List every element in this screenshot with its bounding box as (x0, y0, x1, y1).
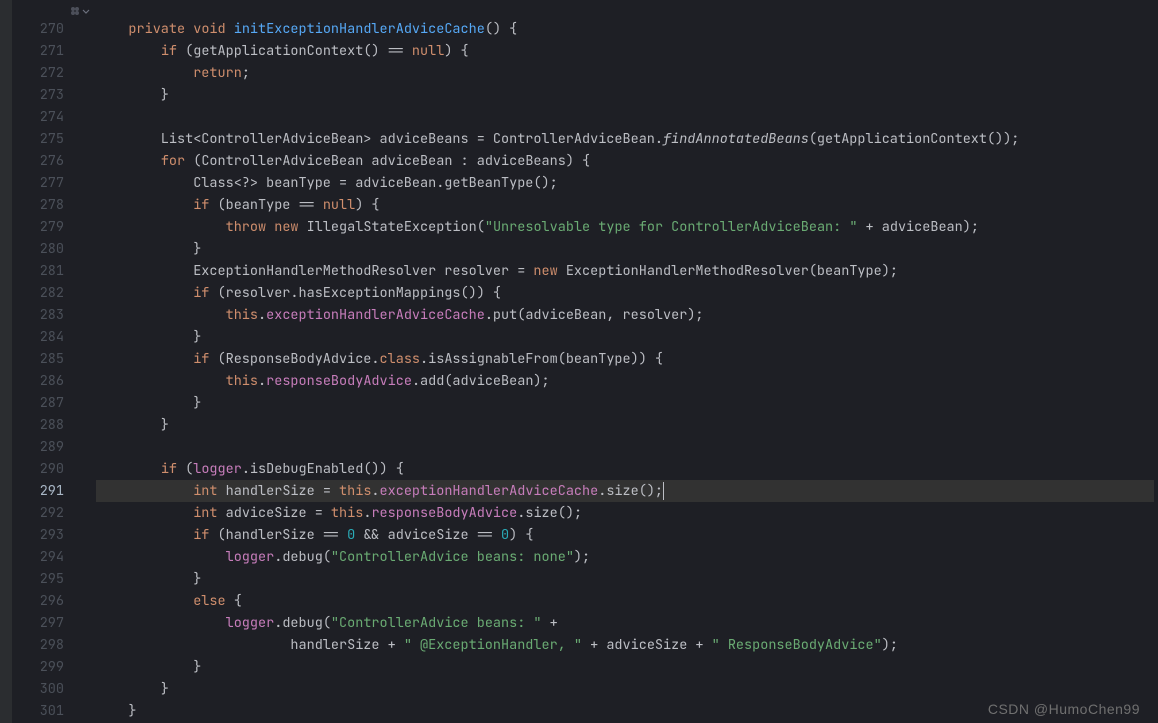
line-number[interactable]: 285 (12, 348, 96, 370)
line-number[interactable]: 284 (12, 326, 96, 348)
editor-scrollbar-strip[interactable] (1154, 0, 1158, 723)
code-line: return; (96, 62, 1154, 84)
line-number[interactable]: 278 (12, 194, 96, 216)
code-line (96, 436, 1154, 458)
activity-bar[interactable] (0, 0, 12, 723)
code-line: this.exceptionHandlerAdviceCache.put(adv… (96, 304, 1154, 326)
line-number[interactable]: 280 (12, 238, 96, 260)
line-number[interactable]: 293 (12, 524, 96, 546)
code-line: logger.debug("ControllerAdvice beans: " … (96, 612, 1154, 634)
line-number[interactable]: 300 (12, 678, 96, 700)
line-number[interactable]: 282 (12, 282, 96, 304)
line-number-gutter: 2702712722732742752762772782792802812822… (12, 0, 96, 723)
line-number[interactable]: 290 (12, 458, 96, 480)
line-number[interactable]: 298 (12, 634, 96, 656)
code-line: } (96, 568, 1154, 590)
code-line: this.responseBodyAdvice.add(adviceBean); (96, 370, 1154, 392)
line-number[interactable]: 297 (12, 612, 96, 634)
code-line: private void initExceptionHandlerAdviceC… (96, 18, 1154, 40)
code-line: List<ControllerAdviceBean> adviceBeans =… (96, 128, 1154, 150)
line-number[interactable]: 281 (12, 260, 96, 282)
line-number[interactable]: 296 (12, 590, 96, 612)
watermark: CSDN @HumoChen99 (988, 701, 1140, 717)
code-line: } (96, 392, 1154, 414)
code-line: } (96, 238, 1154, 260)
line-number[interactable]: 288 (12, 414, 96, 436)
line-number[interactable]: 295 (12, 568, 96, 590)
line-number[interactable]: 287 (12, 392, 96, 414)
code-line: if (handlerSize == 0 && adviceSize == 0)… (96, 524, 1154, 546)
code-line: if (ResponseBodyAdvice.class.isAssignabl… (96, 348, 1154, 370)
line-number[interactable]: 289 (12, 436, 96, 458)
line-number[interactable]: 279 (12, 216, 96, 238)
code-line: if (resolver.hasExceptionMappings()) { (96, 282, 1154, 304)
code-line: if (beanType == null) { (96, 194, 1154, 216)
line-number[interactable]: 277 (12, 172, 96, 194)
line-number[interactable]: 273 (12, 84, 96, 106)
gutter-icons (12, 6, 96, 18)
line-number[interactable]: 286 (12, 370, 96, 392)
code-line: } (96, 678, 1154, 700)
line-number[interactable]: 275 (12, 128, 96, 150)
line-number[interactable]: 283 (12, 304, 96, 326)
line-number[interactable]: 292 (12, 502, 96, 524)
line-number[interactable]: 271 (12, 40, 96, 62)
line-number[interactable]: 276 (12, 150, 96, 172)
code-editor[interactable]: private void initExceptionHandlerAdviceC… (96, 0, 1154, 723)
code-line: else { (96, 590, 1154, 612)
code-line: for (ControllerAdviceBean adviceBean : a… (96, 150, 1154, 172)
line-number[interactable]: 291 (12, 480, 96, 502)
code-line-current: int handlerSize = this.exceptionHandlerA… (96, 480, 1154, 502)
code-line: } (96, 656, 1154, 678)
line-number[interactable]: 294 (12, 546, 96, 568)
code-line: throw new IllegalStateException("Unresol… (96, 216, 1154, 238)
code-line: } (96, 414, 1154, 436)
code-line: if (logger.isDebugEnabled()) { (96, 458, 1154, 480)
line-number[interactable]: 299 (12, 656, 96, 678)
text-caret (663, 482, 664, 500)
code-line: ExceptionHandlerMethodResolver resolver … (96, 260, 1154, 282)
code-line: if (getApplicationContext() == null) { (96, 40, 1154, 62)
code-line (96, 106, 1154, 128)
code-line: handlerSize + " @ExceptionHandler, " + a… (96, 634, 1154, 656)
line-number[interactable]: 270 (12, 18, 96, 40)
code-line: } (96, 84, 1154, 106)
code-line: Class<?> beanType = adviceBean.getBeanTy… (96, 172, 1154, 194)
code-line: logger.debug("ControllerAdvice beans: no… (96, 546, 1154, 568)
line-number[interactable]: 272 (12, 62, 96, 84)
code-line: int adviceSize = this.responseBodyAdvice… (96, 502, 1154, 524)
line-number[interactable]: 301 (12, 700, 96, 722)
line-number[interactable]: 274 (12, 106, 96, 128)
code-line: } (96, 326, 1154, 348)
